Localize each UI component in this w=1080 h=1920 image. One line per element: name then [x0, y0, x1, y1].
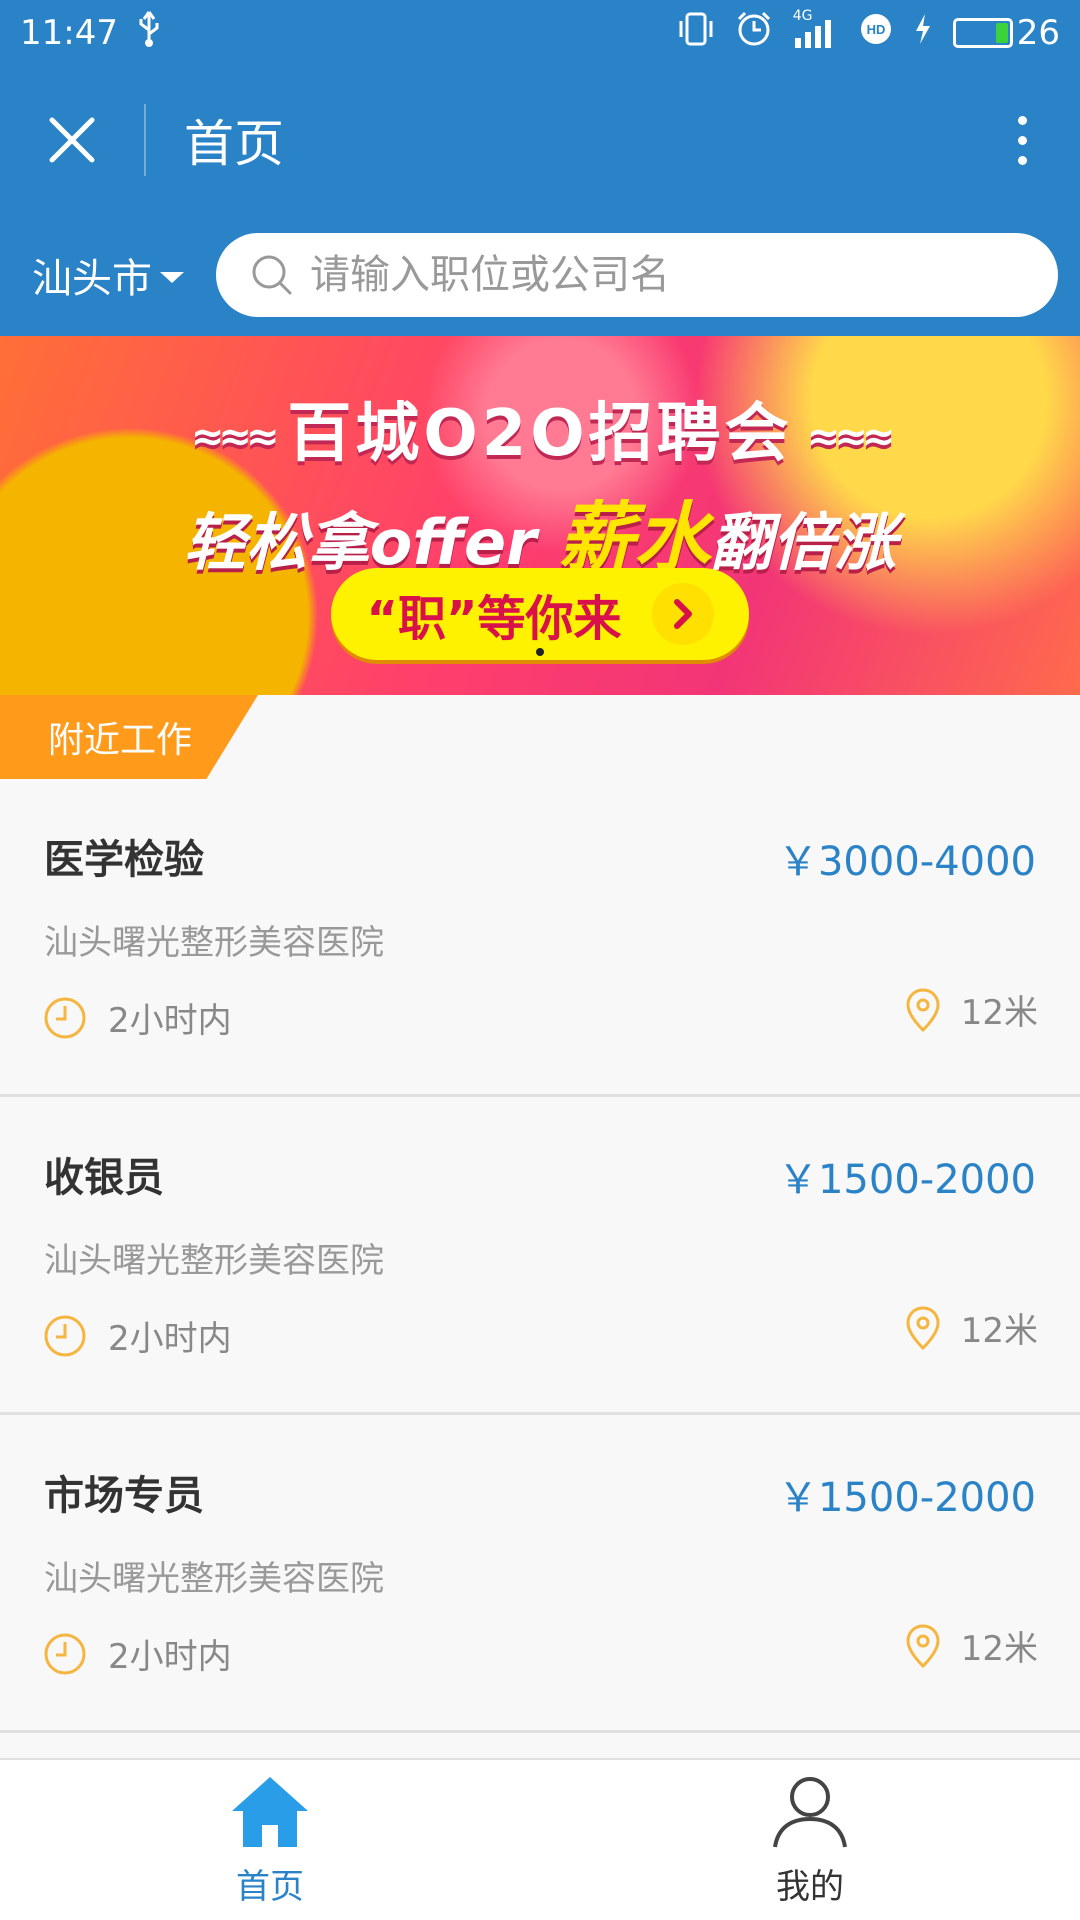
job-company: 汕头曙光整形美容医院 — [44, 923, 384, 963]
search-box[interactable] — [216, 233, 1058, 317]
clock-icon — [44, 1315, 86, 1356]
search-row: 汕头市 — [0, 214, 1080, 336]
job-salary: ￥1500-2000 — [777, 1475, 1036, 1521]
user-icon — [773, 1776, 847, 1847]
location-pin-icon — [906, 1305, 940, 1350]
job-list: 医学检验 ￥3000-4000 汕头曙光整形美容医院 2小时内 12米 收银员 … — [0, 779, 1080, 1733]
nav-home-label: 首页 — [236, 1866, 304, 1907]
charging-icon — [913, 12, 933, 55]
network-type: 4G — [792, 8, 813, 24]
nav-item-home[interactable]: 首页 — [0, 1760, 540, 1920]
title-divider — [144, 104, 146, 176]
clock-icon — [44, 997, 86, 1038]
home-icon — [232, 1776, 308, 1847]
vibrate-icon — [677, 11, 715, 56]
battery-icon: 26 — [952, 13, 1060, 53]
alarm-icon — [735, 10, 773, 57]
section-tag-nearby: 附近工作 — [0, 695, 258, 779]
bottom-nav: 首页 我的 — [0, 1758, 1080, 1920]
location-pin-icon — [906, 1623, 940, 1668]
banner-cta-label: “职”等你来 — [366, 591, 622, 647]
job-posted-time: 2小时内 — [42, 1311, 232, 1360]
battery-level: 26 — [1016, 13, 1060, 53]
status-left: 11:47 — [20, 10, 162, 57]
promo-banner[interactable]: ≈≈≈ 百城O2O招聘会 ≈≈≈ 轻松拿offer 薪水翻倍涨 “职”等你来 — [0, 336, 1080, 695]
title-bar: 首页 — [0, 66, 1080, 214]
close-button[interactable] — [0, 66, 144, 214]
usb-icon — [136, 10, 162, 57]
more-button[interactable] — [972, 66, 1072, 214]
signal-icon: 4G — [793, 8, 839, 50]
job-card[interactable]: 收银员 ￥1500-2000 汕头曙光整形美容医院 2小时内 12米 — [0, 1097, 1080, 1415]
job-posted-time: 2小时内 — [42, 993, 232, 1042]
job-company: 汕头曙光整形美容医院 — [44, 1559, 384, 1599]
job-salary: ￥3000-4000 — [777, 839, 1036, 885]
job-card[interactable]: 市场专员 ￥1500-2000 汕头曙光整形美容医院 2小时内 12米 — [0, 1415, 1080, 1733]
job-company: 汕头曙光整形美容医院 — [44, 1241, 384, 1281]
svg-text:HD: HD — [866, 22, 885, 37]
chevron-right-icon — [651, 583, 714, 645]
job-distance: 12米 — [905, 985, 1038, 1034]
job-distance: 12米 — [905, 1303, 1038, 1352]
job-posted-time: 2小时内 — [42, 1629, 232, 1678]
clock-icon — [44, 1633, 86, 1674]
job-title: 医学检验 — [44, 837, 204, 883]
nav-mine-label: 我的 — [776, 1866, 844, 1907]
wave-decoration-left: ≈≈≈ — [190, 414, 280, 461]
wave-decoration-right: ≈≈≈ — [806, 414, 896, 461]
search-input[interactable] — [310, 252, 1010, 298]
search-icon — [252, 255, 292, 295]
banner-headline: ≈≈≈ 百城O2O招聘会 ≈≈≈ — [190, 397, 896, 471]
city-selector[interactable]: 汕头市 — [0, 246, 216, 304]
job-title: 收银员 — [44, 1155, 164, 1201]
job-salary: ￥1500-2000 — [777, 1157, 1036, 1203]
banner-cta-button[interactable]: “职”等你来 — [331, 568, 749, 660]
carousel-indicator[interactable] — [536, 648, 544, 656]
city-label: 汕头市 — [32, 256, 152, 302]
status-bar: 11:47 4G HD 26 — [0, 0, 1080, 66]
close-icon — [49, 117, 95, 163]
job-distance: 12米 — [905, 1621, 1038, 1670]
status-right: 4G HD 26 — [677, 8, 1060, 57]
job-title: 市场专员 — [44, 1473, 204, 1519]
location-pin-icon — [906, 987, 940, 1032]
page-title: 首页 — [184, 115, 284, 173]
job-card[interactable]: 医学检验 ￥3000-4000 汕头曙光整形美容医院 2小时内 12米 — [0, 779, 1080, 1097]
status-time: 11:47 — [20, 13, 118, 53]
nav-item-mine[interactable]: 我的 — [540, 1760, 1080, 1920]
caret-down-icon — [160, 271, 184, 283]
more-icon — [1017, 115, 1027, 125]
hd-icon: HD — [859, 12, 893, 55]
